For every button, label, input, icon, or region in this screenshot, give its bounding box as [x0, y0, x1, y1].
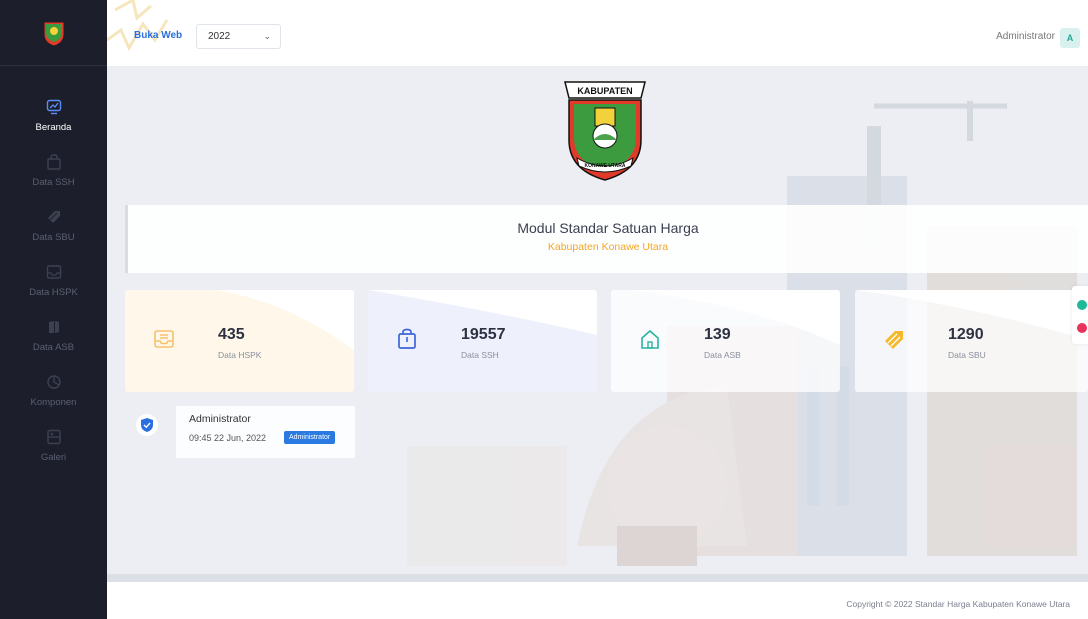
- sidebar-logo[interactable]: [0, 0, 107, 66]
- year-select-value: 2022: [208, 31, 231, 42]
- sidebar-item-label: Data SBU: [32, 231, 75, 243]
- gallery-icon: [46, 429, 61, 444]
- add-circle-icon[interactable]: [1077, 300, 1087, 310]
- stat-label: Data HSPK: [218, 350, 262, 360]
- role-badge: Administrator: [284, 431, 336, 444]
- sidebar-item-galeri[interactable]: Galeri: [0, 418, 107, 473]
- user-name: Administrator: [189, 413, 251, 425]
- stat-card-ssh[interactable]: 19557 Data SSH: [368, 290, 597, 392]
- sidebar: Beranda Data SSH Data SBU Data HSPK Data…: [0, 0, 107, 619]
- stat-card-hspk[interactable]: 435 Data HSPK: [125, 290, 354, 392]
- page-title: Modul Standar Satuan Harga: [517, 220, 699, 236]
- main-content: KABUPATEN KONAWE UTARA Modul Standar Sat…: [107, 66, 1088, 582]
- login-datetime: 09:45 22 Jun, 2022: [189, 433, 267, 443]
- monitor-chart-icon: [46, 99, 61, 114]
- layers-icon: [46, 374, 61, 389]
- buka-web-link[interactable]: Buka Web: [134, 30, 182, 41]
- kabupaten-logo-icon: [43, 21, 64, 47]
- inbox-icon: [46, 264, 61, 279]
- welcome-banner: Modul Standar Satuan Harga Kabupaten Kon…: [125, 205, 1088, 273]
- avatar[interactable]: A: [1060, 28, 1080, 48]
- tag-icon: [47, 210, 60, 223]
- sidebar-item-label: Galeri: [40, 451, 67, 463]
- stat-value: 435: [218, 326, 245, 343]
- inbox-icon: [154, 330, 174, 348]
- book-icon: [48, 320, 59, 333]
- stat-label: Data SSH: [461, 350, 499, 360]
- emblem-ribbon-text: KONAWE UTARA: [584, 163, 625, 169]
- stat-card-asb[interactable]: 139 Data ASB: [611, 290, 840, 392]
- sidebar-item-label: Data HSPK: [29, 286, 78, 298]
- sidebar-item-label: Komponen: [30, 396, 77, 408]
- tag-icon: [885, 331, 903, 349]
- sidebar-item-label: Data SSH: [32, 176, 75, 188]
- sidebar-nav: Beranda Data SSH Data SBU Data HSPK Data…: [0, 88, 107, 473]
- shopping-bag-icon: [46, 153, 61, 170]
- emblem-banner-text: KABUPATEN: [577, 86, 632, 96]
- page-subtitle: Kabupaten Konawe Utara: [547, 241, 669, 253]
- shopping-bag-icon: [398, 328, 416, 349]
- sidebar-item-label: Beranda: [35, 121, 72, 133]
- copyright-text: Copyright © 2022 Standar Harga Kabupaten…: [846, 599, 1070, 609]
- user-menu-name[interactable]: Administrator: [996, 31, 1055, 42]
- sidebar-item-data-asb[interactable]: Data ASB: [0, 308, 107, 363]
- logged-in-user-card: Administrator 09:45 22 Jun, 2022 Adminis…: [125, 406, 355, 458]
- top-bar: Buka Web 2022 ⌄ Administrator A: [107, 0, 1088, 66]
- footer: Copyright © 2022 Standar Harga Kabupaten…: [107, 582, 1088, 619]
- sidebar-item-data-sbu[interactable]: Data SBU: [0, 198, 107, 253]
- sidebar-item-label: Data ASB: [32, 341, 75, 353]
- shield-icon: [136, 414, 158, 436]
- remove-circle-icon[interactable]: [1077, 323, 1087, 333]
- home-icon: [641, 329, 659, 349]
- stat-value: 139: [704, 326, 731, 343]
- stat-card-sbu[interactable]: 1290 Data SBU: [855, 290, 1088, 392]
- kabupaten-emblem: KABUPATEN KONAWE UTARA: [564, 81, 646, 181]
- stat-label: Data SBU: [948, 350, 986, 360]
- stat-label: Data ASB: [704, 350, 741, 360]
- sidebar-item-beranda[interactable]: Beranda: [0, 88, 107, 143]
- chevron-down-icon: ⌄: [263, 31, 271, 41]
- sidebar-item-data-hspk[interactable]: Data HSPK: [0, 253, 107, 308]
- sidebar-item-data-ssh[interactable]: Data SSH: [0, 143, 107, 198]
- sidebar-item-komponen[interactable]: Komponen: [0, 363, 107, 418]
- year-select[interactable]: 2022 ⌄: [196, 24, 281, 49]
- stat-value: 1290: [948, 326, 984, 343]
- user-info-panel: Administrator 09:45 22 Jun, 2022 Adminis…: [176, 406, 355, 458]
- stat-value: 19557: [461, 326, 506, 343]
- floating-action-panel: [1072, 286, 1088, 344]
